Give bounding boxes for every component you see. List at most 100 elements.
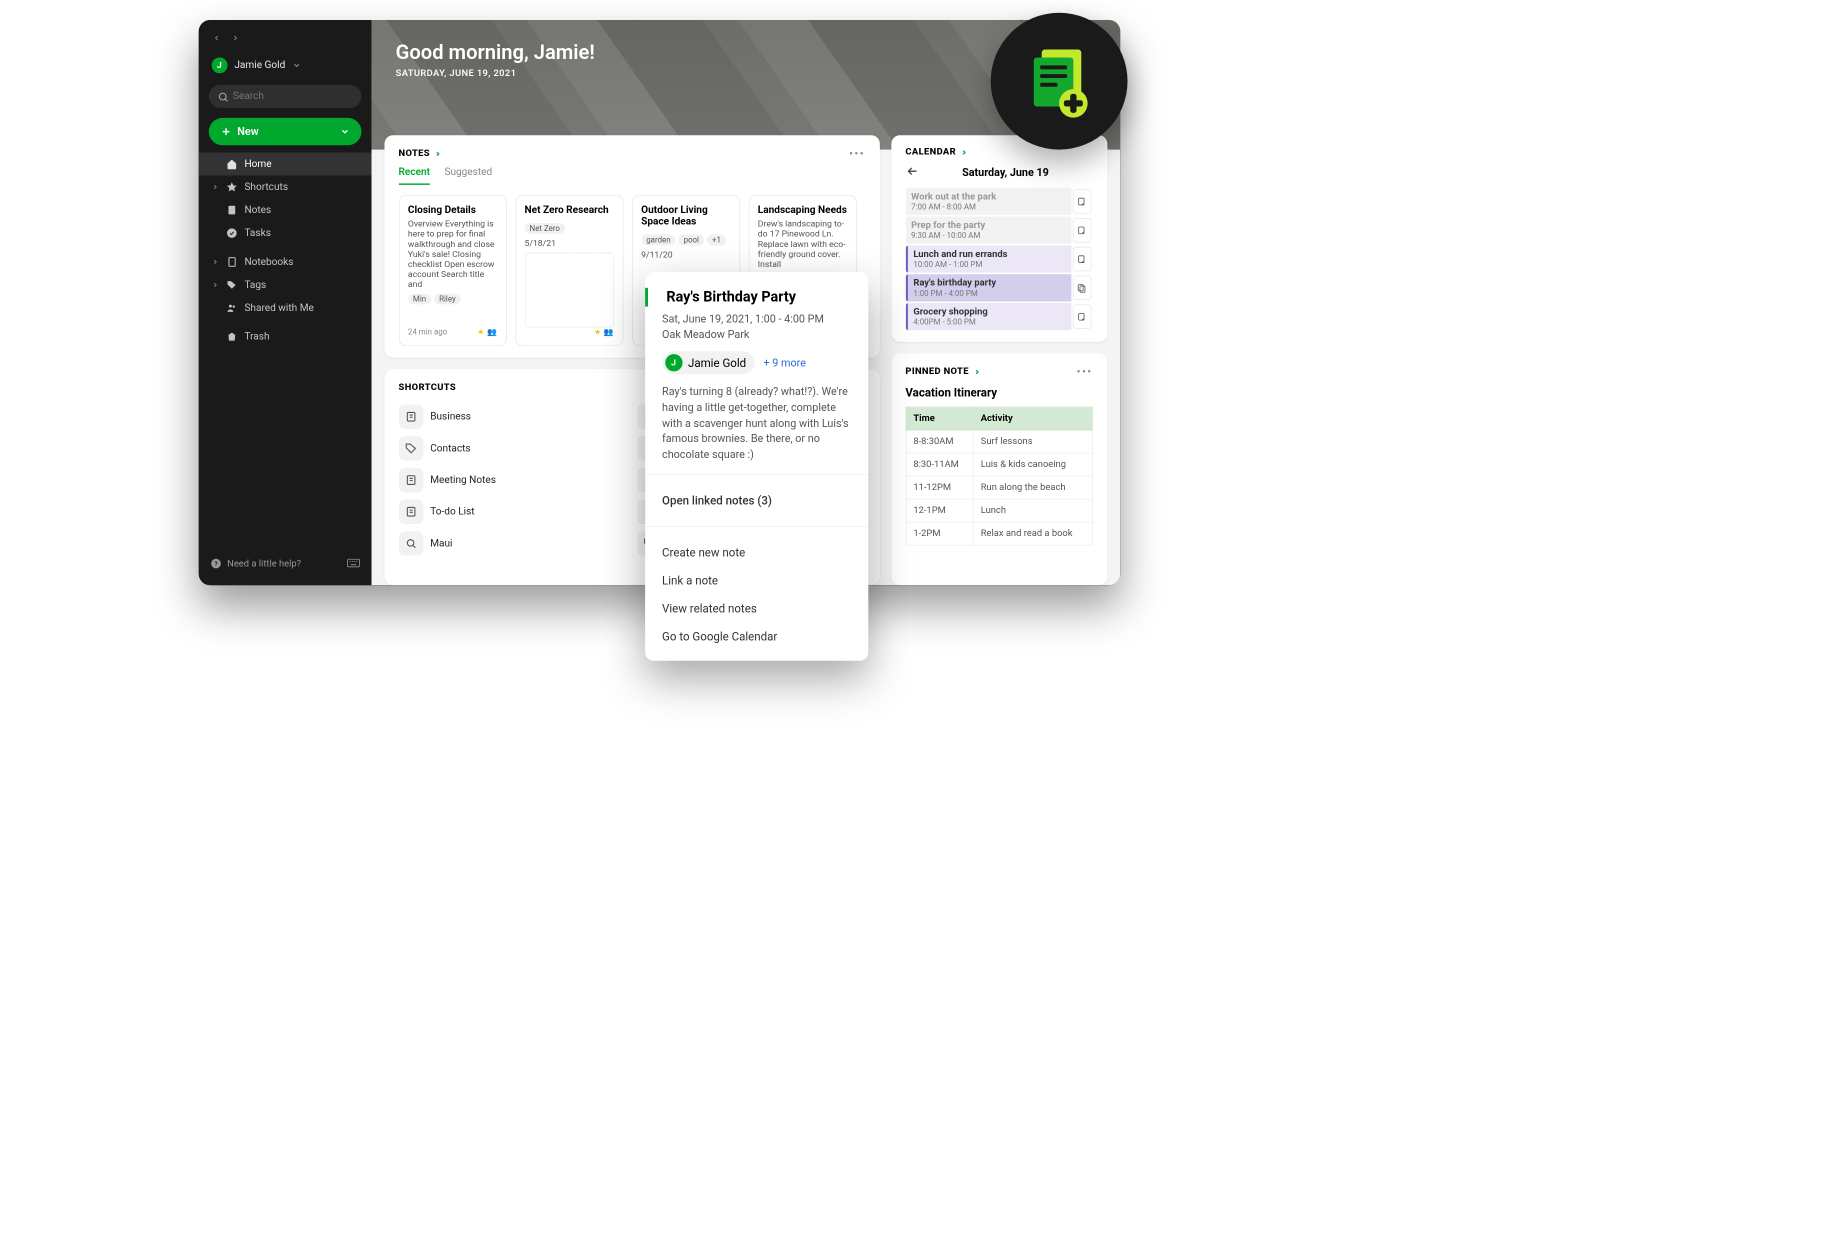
user-menu[interactable]: J Jamie Gold — [198, 52, 371, 79]
tab-recent[interactable]: Recent — [399, 166, 431, 185]
sidebar-item-label: Home — [244, 158, 271, 170]
shortcut-label: Meeting Notes — [430, 474, 496, 486]
table-row: 8:30-11AMLuis & kids canoeing — [906, 453, 1092, 476]
note-thumbnail — [525, 253, 614, 328]
note-card[interactable]: Net Zero Research Net Zero 5/18/21 ★👥 — [515, 195, 623, 346]
event-action-icon[interactable] — [1072, 189, 1091, 213]
people-icon — [226, 302, 238, 314]
shortcut-item[interactable]: Contacts — [399, 436, 627, 460]
pinned-note-panel: PINNED NOTE ••• Vacation Itinerary Time … — [891, 353, 1107, 585]
tag-icon — [399, 436, 423, 460]
calendar-event[interactable]: Ray's birthday party1:00 PM - 4:00 PM — [905, 274, 1092, 301]
caret-right-icon — [211, 183, 218, 190]
popover-location: Oak Meadow Park — [662, 328, 851, 341]
new-label: New — [237, 125, 258, 138]
search-input[interactable] — [208, 85, 361, 108]
table-row: 11-12PMRun along the beach — [906, 476, 1092, 499]
caret-right-icon — [211, 258, 218, 265]
popover-description: Ray's turning 8 (already? what!?). We're… — [662, 384, 851, 462]
search-icon — [217, 91, 229, 103]
nav-forward-icon[interactable] — [229, 32, 242, 45]
shortcut-item[interactable]: Meeting Notes — [399, 468, 627, 492]
table-row: 12-1PMLunch — [906, 499, 1092, 522]
calendar-event[interactable]: Work out at the park7:00 AM - 8:00 AM — [905, 188, 1092, 215]
shortcut-item[interactable]: To-do List — [399, 500, 627, 524]
note-title: Landscaping Needs — [758, 204, 847, 216]
calendar-event[interactable]: Grocery shopping4:00PM - 5:00 PM — [905, 303, 1092, 330]
open-linked-notes[interactable]: Open linked notes (3) — [645, 486, 868, 514]
chevron-right-icon — [960, 149, 967, 156]
help-link[interactable]: ? Need a little help? — [210, 558, 301, 570]
chevron-right-icon — [434, 150, 441, 157]
user-name-label: Jamie Gold — [234, 60, 285, 72]
notes-title[interactable]: NOTES — [399, 148, 442, 159]
chevron-down-icon — [293, 61, 302, 70]
notes-menu[interactable]: ••• — [849, 147, 865, 161]
calendar-back-button[interactable] — [905, 165, 918, 181]
pinned-note-title: Vacation Itinerary — [905, 386, 1092, 400]
calendar-event[interactable]: Lunch and run errands10:00 AM - 1:00 PM — [905, 245, 1092, 272]
sidebar-item-trash[interactable]: Trash — [198, 325, 371, 348]
help-label: Need a little help? — [227, 558, 301, 569]
keyboard-icon[interactable] — [347, 559, 360, 569]
shortcut-label: Maui — [430, 538, 452, 550]
pinned-menu[interactable]: ••• — [1077, 365, 1093, 379]
event-action-icon[interactable] — [1072, 218, 1091, 242]
note-card[interactable]: Closing Details Overview Everything is h… — [399, 195, 507, 346]
sidebar-item-shared[interactable]: Shared with Me — [198, 296, 371, 319]
itinerary-table: Time Activity 8-8:30AMSurf lessons8:30-1… — [905, 407, 1092, 546]
more-attendees-link[interactable]: + 9 more — [763, 356, 805, 369]
sidebar-item-tasks[interactable]: Tasks — [198, 222, 371, 245]
shortcut-item[interactable]: Business — [399, 404, 627, 428]
popover-action[interactable]: View related notes — [645, 594, 868, 622]
note-body: Overview Everything is here to prep for … — [408, 219, 497, 290]
attendee-chip[interactable]: J Jamie Gold — [662, 351, 755, 374]
note-icon — [399, 404, 423, 428]
sidebar-item-label: Shared with Me — [244, 302, 313, 314]
table-row: 1-2PMRelax and read a book — [906, 522, 1092, 545]
sidebar-item-label: Notes — [244, 204, 271, 216]
sidebar: J Jamie Gold New Home Shortcuts — [198, 20, 371, 585]
avatar: J — [665, 354, 682, 371]
new-button[interactable]: New — [208, 118, 361, 145]
note-body: Drew's landscaping to-do 17 Pinewood Ln.… — [758, 219, 847, 269]
popover-action[interactable]: Go to Google Calendar — [645, 622, 868, 650]
star-icon: ★ — [594, 327, 601, 336]
tab-suggested[interactable]: Suggested — [444, 166, 492, 185]
sidebar-item-label: Trash — [244, 331, 269, 343]
popover-action[interactable]: Link a note — [645, 566, 868, 594]
event-action-icon[interactable] — [1072, 247, 1091, 271]
star-icon: ★ — [477, 327, 484, 336]
sidebar-item-tags[interactable]: Tags — [198, 273, 371, 296]
sidebar-item-notes[interactable]: Notes — [198, 199, 371, 222]
nav-back-icon[interactable] — [210, 32, 223, 45]
note-add-icon — [1019, 42, 1098, 121]
home-icon — [226, 158, 238, 170]
search-icon — [399, 531, 423, 555]
trash-icon — [226, 331, 238, 343]
sidebar-item-label: Tags — [244, 279, 266, 291]
sidebar-item-notebooks[interactable]: Notebooks — [198, 250, 371, 273]
calendar-event[interactable]: Prep for the party9:30 AM - 10:00 AM — [905, 217, 1092, 244]
event-action-icon[interactable] — [1072, 304, 1091, 328]
popover-action[interactable]: Create new note — [645, 538, 868, 566]
help-icon: ? — [210, 558, 222, 570]
col-activity: Activity — [973, 407, 1092, 430]
accent-bar — [645, 288, 648, 307]
shortcuts-title[interactable]: SHORTCUTS — [399, 382, 457, 393]
note-title: Closing Details — [408, 204, 497, 216]
event-action-icon[interactable] — [1072, 276, 1091, 300]
sidebar-item-shortcuts[interactable]: Shortcuts — [198, 176, 371, 199]
sidebar-item-home[interactable]: Home — [198, 152, 371, 175]
sidebar-item-label: Tasks — [244, 227, 270, 239]
note-icon — [399, 468, 423, 492]
pinned-title[interactable]: PINNED NOTE — [905, 366, 980, 377]
caret-right-icon — [211, 281, 218, 288]
shortcut-item[interactable]: Maui — [399, 531, 627, 555]
calendar-panel: CALENDAR Saturday, June 19 Work out at t… — [891, 135, 1107, 342]
plus-icon — [220, 126, 232, 138]
popover-title: Ray's Birthday Party — [662, 288, 851, 305]
table-row: 8-8:30AMSurf lessons — [906, 430, 1092, 453]
shared-icon: 👥 — [487, 327, 497, 336]
shortcut-label: To-do List — [430, 506, 474, 518]
